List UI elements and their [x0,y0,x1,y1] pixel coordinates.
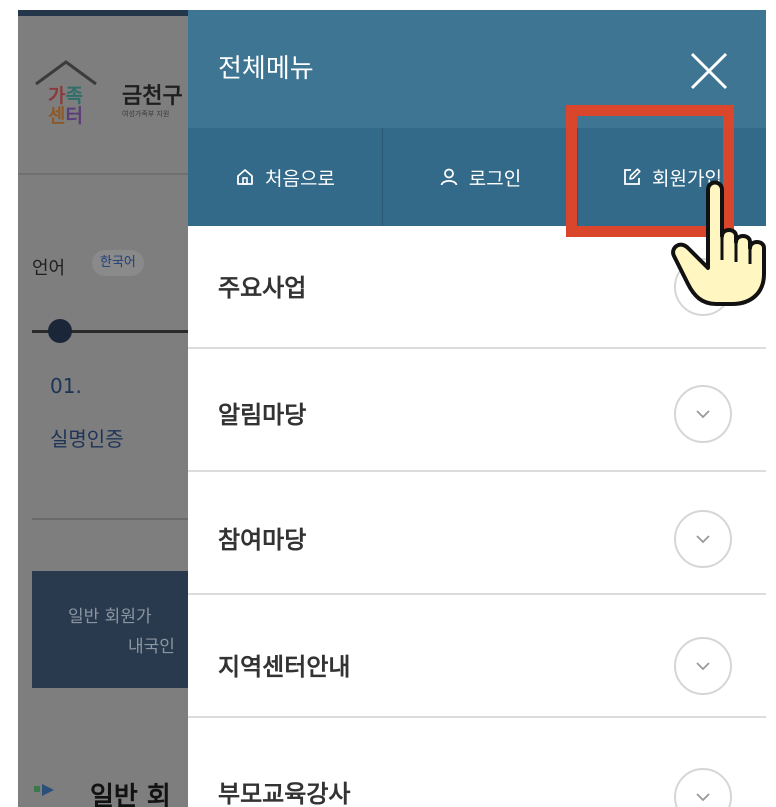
menu-item-label: 알림마당 [218,401,307,429]
full-menu-panel: 전체메뉴 처음으로 로그인 회원가입 주요사업 알림마당 참여마당 지역센터안내… [188,10,766,807]
chevron-down-icon[interactable] [674,258,732,316]
signup-button[interactable]: 회원가입 [578,128,766,226]
step-title: 실명인증 [50,427,124,451]
language-select[interactable]: 한국어 [92,250,144,276]
menu-item-label: 부모교육강사 [218,780,351,807]
menu-item-participation[interactable]: 참여마당 [188,472,766,595]
close-button[interactable] [684,46,734,96]
section-bullet-icon [34,784,54,796]
center-subtitle: 여성가족부 지원 [122,110,170,118]
center-name: 금천구 [122,84,183,109]
quick-links-bar: 처음으로 로그인 회원가입 [188,128,766,226]
menu-item-label: 참여마당 [218,526,307,554]
step-number: 01. [50,374,82,398]
menu-item-label: 주요사업 [218,274,307,302]
signup-label: 회원가입 [652,167,722,190]
step-progress-dot [48,319,72,343]
member-type-line1: 일반 회원가 [68,607,152,627]
chevron-down-icon[interactable] [674,637,732,695]
menu-title: 전체메뉴 [218,54,314,84]
login-label: 로그인 [468,167,522,190]
menu-item-label: 지역센터안내 [218,653,351,681]
chevron-down-icon[interactable] [674,385,732,443]
menu-item-parent-education[interactable]: 부모교육강사 [188,718,766,807]
menu-item-notices[interactable]: 알림마당 [188,349,766,472]
member-type-line2: 내국인 [128,637,175,657]
chevron-down-icon[interactable] [674,510,732,568]
language-label: 언어 [32,258,66,279]
edit-icon [624,168,641,185]
member-type-box[interactable] [32,571,206,688]
chevron-down-icon[interactable] [674,768,732,807]
menu-item-main-business[interactable]: 주요사업 [188,226,766,349]
mobile-screen: 가족 센터 금천구 여성가족부 지원 언어 한국어 01. 실명인증 일반 회원… [18,10,766,807]
menu-item-regional-centers[interactable]: 지역센터안내 [188,595,766,718]
home-label: 처음으로 [265,167,335,190]
home-button[interactable]: 처음으로 [188,128,383,226]
section-title: 일반 회 [90,782,171,807]
logo-text-line1: 가족 [48,85,83,107]
user-icon [440,168,458,186]
close-icon [690,52,728,90]
menu-header: 전체메뉴 [188,10,766,128]
login-button[interactable]: 로그인 [383,128,578,226]
section-divider [32,518,192,520]
home-icon [237,169,253,185]
logo-text-line2: 센터 [48,105,83,127]
